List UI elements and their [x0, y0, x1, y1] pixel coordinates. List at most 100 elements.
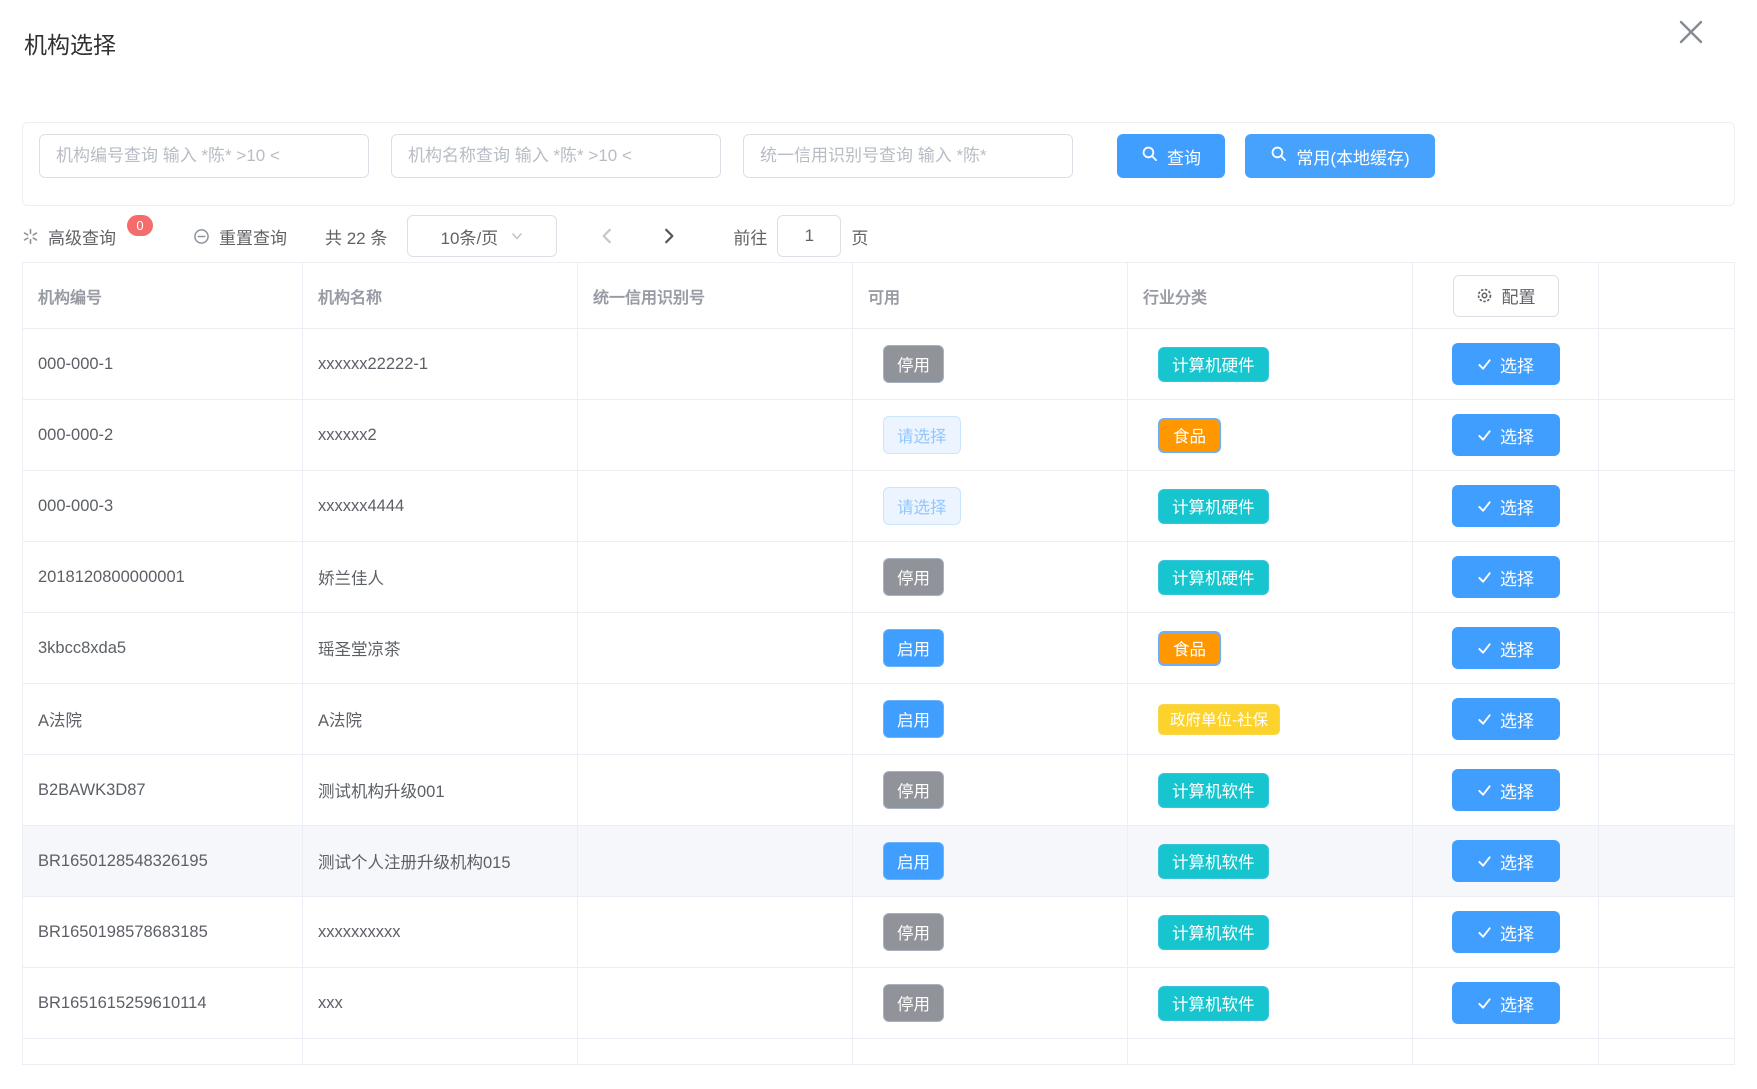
credit-code-cell — [578, 471, 853, 541]
status-badge[interactable]: 请选择 — [883, 487, 961, 525]
status-badge[interactable]: 停用 — [883, 345, 944, 383]
credit-code-cell — [578, 400, 853, 470]
chevron-right-icon — [667, 230, 673, 242]
credit-code-cell — [578, 968, 853, 1038]
status-badge[interactable]: 停用 — [883, 771, 944, 809]
org-code-cell: 2018120800000001 — [23, 542, 303, 612]
goto-page-suffix: 页 — [851, 224, 868, 249]
next-page-button[interactable] — [651, 218, 687, 254]
table-row: BR1651615259610114 xxx 停用 计算机软件 选择 — [23, 968, 1735, 1039]
advanced-query-label: 高级查询 — [48, 224, 116, 249]
organization-select-modal: 机构选择 查询 常用(本地缓存) 高级查询 0 — [0, 0, 1757, 1089]
credit-code-search-input[interactable] — [743, 134, 1073, 178]
select-button[interactable]: 选择 — [1452, 485, 1560, 527]
status-badge[interactable]: 请选择 — [883, 416, 961, 454]
select-button-label: 选择 — [1500, 494, 1534, 519]
credit-code-cell — [578, 755, 853, 825]
table-row: A法院 A法院 启用 政府单位-社保 选择 — [23, 684, 1735, 755]
org-name-search-input[interactable] — [391, 134, 721, 178]
status-badge[interactable]: 启用 — [883, 629, 944, 667]
industry-tag[interactable]: 计算机软件 — [1158, 844, 1269, 879]
partial-row — [23, 1039, 1735, 1065]
table-row: 000-000-2 xxxxxx2 请选择 食品 选择 — [23, 400, 1735, 471]
table-header: 机构编号 机构名称 统一信用识别号 可用 行业分类 配置 — [23, 263, 1735, 329]
select-button[interactable]: 选择 — [1452, 556, 1560, 598]
credit-code-cell — [578, 329, 853, 399]
org-code-cell: 000-000-2 — [23, 400, 303, 470]
credit-code-cell — [578, 897, 853, 967]
select-button-label: 选择 — [1500, 707, 1534, 732]
status-badge[interactable]: 停用 — [883, 984, 944, 1022]
industry-tag[interactable]: 计算机硬件 — [1158, 347, 1269, 382]
prev-page-button[interactable] — [589, 218, 625, 254]
industry-tag[interactable]: 计算机软件 — [1158, 915, 1269, 950]
credit-code-cell — [578, 826, 853, 896]
frequently-used-cache-button[interactable]: 常用(本地缓存) — [1245, 134, 1435, 178]
advanced-query-button[interactable]: 高级查询 0 — [22, 224, 153, 249]
table-row: 000-000-1 xxxxxx22222-1 停用 计算机硬件 选择 — [23, 329, 1735, 400]
chevron-left-icon — [604, 230, 610, 242]
total-count: 共 22 条 — [325, 224, 387, 249]
select-button-label: 选择 — [1500, 636, 1534, 661]
industry-tag[interactable]: 计算机硬件 — [1158, 489, 1269, 524]
sparkle-icon — [22, 228, 39, 245]
select-button[interactable]: 选择 — [1452, 769, 1560, 811]
industry-tag[interactable]: 食品 — [1158, 418, 1221, 453]
page-size-select[interactable]: 10条/页 — [407, 215, 557, 257]
credit-code-cell — [578, 542, 853, 612]
query-button[interactable]: 查询 — [1117, 134, 1225, 178]
select-button[interactable]: 选择 — [1452, 698, 1560, 740]
check-icon — [1477, 996, 1492, 1011]
check-icon — [1477, 854, 1492, 869]
page-size-value: 10条/页 — [441, 224, 499, 249]
select-button-label: 选择 — [1500, 565, 1534, 590]
header-org-name: 机构名称 — [303, 263, 578, 328]
select-button-label: 选择 — [1500, 778, 1534, 803]
industry-tag[interactable]: 计算机软件 — [1158, 773, 1269, 808]
header-industry: 行业分类 — [1128, 263, 1413, 328]
industry-tag[interactable]: 计算机软件 — [1158, 986, 1269, 1021]
select-button-label: 选择 — [1500, 849, 1534, 874]
status-badge[interactable]: 启用 — [883, 842, 944, 880]
select-button-label: 选择 — [1500, 991, 1534, 1016]
status-badge[interactable]: 停用 — [883, 558, 944, 596]
select-button[interactable]: 选择 — [1452, 343, 1560, 385]
industry-tag[interactable]: 食品 — [1158, 631, 1221, 666]
status-badge[interactable]: 启用 — [883, 700, 944, 738]
org-code-cell: BR1650198578683185 — [23, 897, 303, 967]
select-button[interactable]: 选择 — [1452, 840, 1560, 882]
select-button[interactable]: 选择 — [1452, 982, 1560, 1024]
check-icon — [1477, 641, 1492, 656]
select-button[interactable]: 选择 — [1452, 627, 1560, 669]
org-name-cell: xxxxxx2 — [303, 400, 578, 470]
select-button[interactable]: 选择 — [1452, 414, 1560, 456]
org-name-cell: xxxxxx4444 — [303, 471, 578, 541]
table-row: 2018120800000001 娇兰佳人 停用 计算机硬件 选择 — [23, 542, 1735, 613]
org-code-cell: 000-000-1 — [23, 329, 303, 399]
reset-query-label: 重置查询 — [219, 224, 287, 249]
circle-minus-icon — [193, 228, 210, 245]
industry-tag[interactable]: 计算机硬件 — [1158, 560, 1269, 595]
select-button-label: 选择 — [1500, 920, 1534, 945]
select-button[interactable]: 选择 — [1452, 911, 1560, 953]
goto-page-input[interactable] — [777, 215, 841, 257]
org-code-cell: BR1651615259610114 — [23, 968, 303, 1038]
page-title: 机构选择 — [24, 26, 116, 60]
org-code-cell: B2BAWK3D87 — [23, 755, 303, 825]
check-icon — [1477, 499, 1492, 514]
org-code-search-input[interactable] — [39, 134, 369, 178]
select-button-label: 选择 — [1500, 352, 1534, 377]
reset-query-button[interactable]: 重置查询 — [193, 224, 287, 249]
header-credit-code: 统一信用识别号 — [578, 263, 853, 328]
table-row: B2BAWK3D87 测试机构升级001 停用 计算机软件 选择 — [23, 755, 1735, 826]
header-org-code: 机构编号 — [23, 263, 303, 328]
search-icon — [1141, 145, 1158, 167]
org-code-cell: 3kbcc8xda5 — [23, 613, 303, 683]
table-row: 3kbcc8xda5 瑶圣堂凉茶 启用 食品 选择 — [23, 613, 1735, 684]
config-button[interactable]: 配置 — [1453, 275, 1559, 317]
industry-tag[interactable]: 政府单位-社保 — [1158, 704, 1280, 735]
status-badge[interactable]: 停用 — [883, 913, 944, 951]
close-icon[interactable] — [1673, 14, 1709, 50]
org-code-cell: BR1650128548326195 — [23, 826, 303, 896]
org-code-cell: A法院 — [23, 684, 303, 754]
